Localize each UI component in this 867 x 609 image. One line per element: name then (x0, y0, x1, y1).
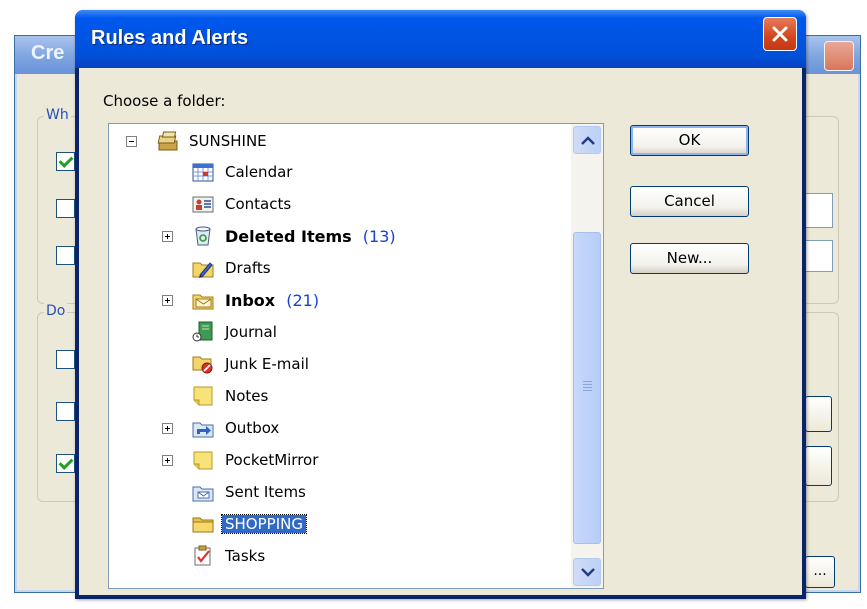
background-checkbox-1[interactable] (56, 152, 75, 171)
background-checkbox-4[interactable] (56, 350, 75, 369)
scroll-up-button[interactable] (573, 126, 601, 154)
background-button-2[interactable] (805, 446, 832, 486)
close-button[interactable] (763, 17, 797, 51)
tree-item-label: SUNSHINE (189, 132, 267, 150)
tree-item-label: SHOPPING (221, 514, 307, 534)
background-button-1[interactable] (805, 396, 832, 432)
junk-icon (192, 356, 213, 374)
tree-item-label: Deleted Items (13) (222, 227, 399, 246)
background-checkbox-6[interactable] (56, 454, 75, 473)
trash-icon (195, 226, 211, 246)
tree-item-label: Contacts (225, 195, 292, 213)
background-group-when-label: Wh (44, 107, 71, 123)
expand-toggle[interactable] (162, 455, 173, 466)
unread-count: (13) (362, 227, 396, 246)
contacts-icon (192, 196, 214, 213)
tree-item-label: Drafts (225, 259, 271, 277)
new-folder-button[interactable]: New... (630, 243, 749, 274)
tree-item-label: Calendar (225, 163, 293, 181)
expand-toggle[interactable] (162, 295, 173, 306)
calendar-icon (192, 163, 214, 182)
mailbox-icon (157, 131, 178, 151)
background-more-button[interactable]: ... (805, 556, 835, 588)
folder-icon (192, 517, 214, 533)
ok-button[interactable]: OK (630, 125, 749, 156)
tree-item-sent-items[interactable]: Sent Items (109, 478, 569, 506)
tree-item-shopping[interactable]: SHOPPING (109, 510, 569, 538)
tree-item-label: Tasks (225, 547, 266, 565)
dialog-body: Choose a folder: SUNSHINE Calendar Conta… (79, 68, 802, 595)
background-title: Cre (31, 42, 65, 64)
folder-tree[interactable]: SUNSHINE Calendar Contacts Deleted Items… (108, 123, 604, 589)
tree-item-contacts[interactable]: Contacts (109, 190, 569, 218)
tree-item-label: Outbox (225, 419, 280, 437)
folder-icon (193, 451, 213, 470)
tree-item-junk-email[interactable]: Junk E-mail (109, 350, 569, 378)
scroll-thumb[interactable] (573, 232, 601, 544)
background-close-icon[interactable] (824, 41, 854, 71)
background-group-do-label: Do (44, 303, 68, 319)
outbox-icon (192, 422, 214, 438)
scroll-grip (583, 381, 592, 393)
sent-icon (192, 486, 214, 502)
tree-item-calendar[interactable]: Calendar (109, 158, 569, 186)
background-checkbox-3[interactable] (56, 246, 75, 265)
tree-item-label: Sent Items (225, 483, 306, 501)
folder-name: Inbox (225, 291, 276, 310)
tree-item-label: Junk E-mail (225, 355, 309, 373)
expand-toggle[interactable] (162, 423, 173, 434)
cancel-button[interactable]: Cancel (630, 186, 749, 217)
tree-item-pocketmirror[interactable]: PocketMirror (109, 446, 569, 474)
inbox-icon (192, 294, 214, 310)
journal-icon (192, 321, 213, 342)
notes-icon (193, 386, 213, 406)
background-dropdown[interactable] (805, 240, 833, 272)
tree-item-drafts[interactable]: Drafts (109, 254, 569, 282)
tree-item-inbox[interactable]: Inbox (21) (109, 286, 569, 314)
title-bar: Rules and Alerts (75, 10, 806, 68)
tree-item-label: Notes (225, 387, 269, 405)
vertical-scrollbar[interactable] (571, 124, 603, 588)
tree-item-deleted-items[interactable]: Deleted Items (13) (109, 222, 569, 250)
unread-count: (21) (286, 291, 320, 310)
choose-folder-label: Choose a folder: (103, 92, 226, 110)
tree-item-notes[interactable]: Notes (109, 382, 569, 410)
dialog-title: Rules and Alerts (91, 27, 249, 49)
collapse-toggle[interactable] (126, 136, 137, 147)
chevron-down-icon (581, 568, 595, 577)
tree-item-label: Inbox (21) (222, 291, 322, 310)
close-icon (772, 26, 788, 42)
tree-item-label: Journal (225, 323, 277, 341)
background-checkbox-2[interactable] (56, 199, 75, 218)
tree-item-sunshine[interactable]: SUNSHINE (109, 127, 569, 155)
chevron-up-icon (581, 136, 595, 145)
tree-item-label: PocketMirror (225, 451, 319, 469)
background-checkbox-5[interactable] (56, 402, 75, 421)
rules-and-alerts-dialog: Rules and Alerts Choose a folder: SUNSHI… (75, 10, 806, 599)
expand-toggle[interactable] (162, 231, 173, 242)
tree-item-journal[interactable]: Journal (109, 318, 569, 346)
tree-item-tasks[interactable]: Tasks (109, 542, 569, 570)
background-text-field[interactable] (805, 193, 833, 228)
drafts-icon (192, 262, 214, 278)
tasks-icon (194, 545, 211, 566)
scroll-down-button[interactable] (573, 558, 601, 586)
tree-item-outbox[interactable]: Outbox (109, 414, 569, 442)
folder-name: Deleted Items (225, 227, 352, 246)
